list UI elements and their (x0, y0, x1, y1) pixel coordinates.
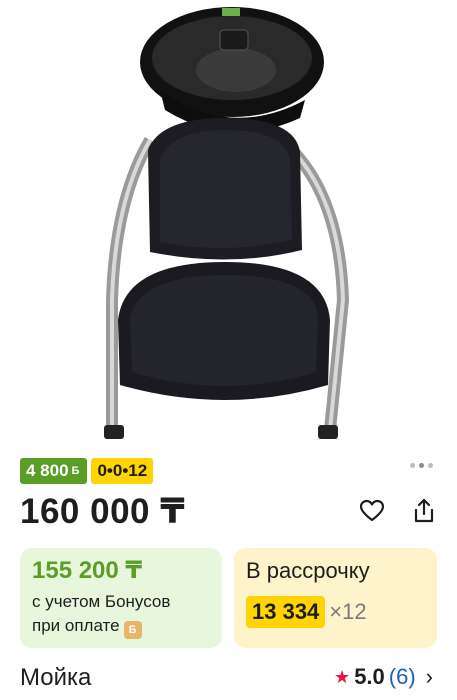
review-count[interactable]: (6) (389, 664, 416, 690)
heart-icon (359, 499, 385, 522)
bonus-price-card[interactable]: 155 200 ₸ с учетом Бонусов при оплате Б (20, 548, 222, 648)
installment-multiplier: ×12 (329, 599, 367, 624)
bonus-note: с учетом Бонусов при оплате Б (32, 590, 170, 639)
favorite-button[interactable] (359, 498, 385, 524)
share-button[interactable] (411, 498, 437, 524)
bonus-badge-amount: 4 800 (26, 461, 69, 480)
rating-score: 5.0 (354, 664, 385, 689)
bonus-badge: 4 800 Б (20, 458, 88, 484)
bonus-price: 155 200 ₸ (32, 557, 143, 584)
gallery-dot[interactable] (428, 463, 433, 468)
product-name: Мойка (20, 664, 92, 691)
bonus-coin-icon: Б (123, 621, 142, 639)
installment-payment: 13 334 ×12 (246, 596, 367, 628)
installment-badge: 0•0•12 (91, 458, 154, 484)
bonus-note-line2-row: при оплате Б (32, 614, 170, 639)
bonus-badge-sign: Б (71, 465, 80, 477)
bonus-note-line1: с учетом Бонусов (32, 592, 171, 611)
share-icon (414, 498, 434, 523)
product-photo[interactable] (0, 0, 457, 450)
installment-monthly: 13 334 (246, 596, 326, 628)
installment-title: В рассрочку (246, 558, 370, 583)
gallery-dot-active[interactable] (419, 463, 424, 468)
rating-link[interactable]: ★ 5.0 (6) › (334, 664, 433, 690)
product-actions (359, 498, 437, 524)
chevron-right-icon: › (425, 664, 433, 689)
gallery-dot[interactable] (410, 463, 415, 468)
shampoo-chair-image (104, 7, 350, 439)
product-price: 160 000 ₸ (20, 492, 186, 531)
installment-card[interactable]: В рассрочку 13 334 ×12 (234, 548, 437, 648)
gallery-dots[interactable] (410, 463, 433, 468)
badge-row: 4 800 Б 0•0•12 (20, 458, 154, 484)
bonus-note-line2: при оплате (32, 616, 120, 635)
star-icon: ★ (334, 666, 351, 687)
